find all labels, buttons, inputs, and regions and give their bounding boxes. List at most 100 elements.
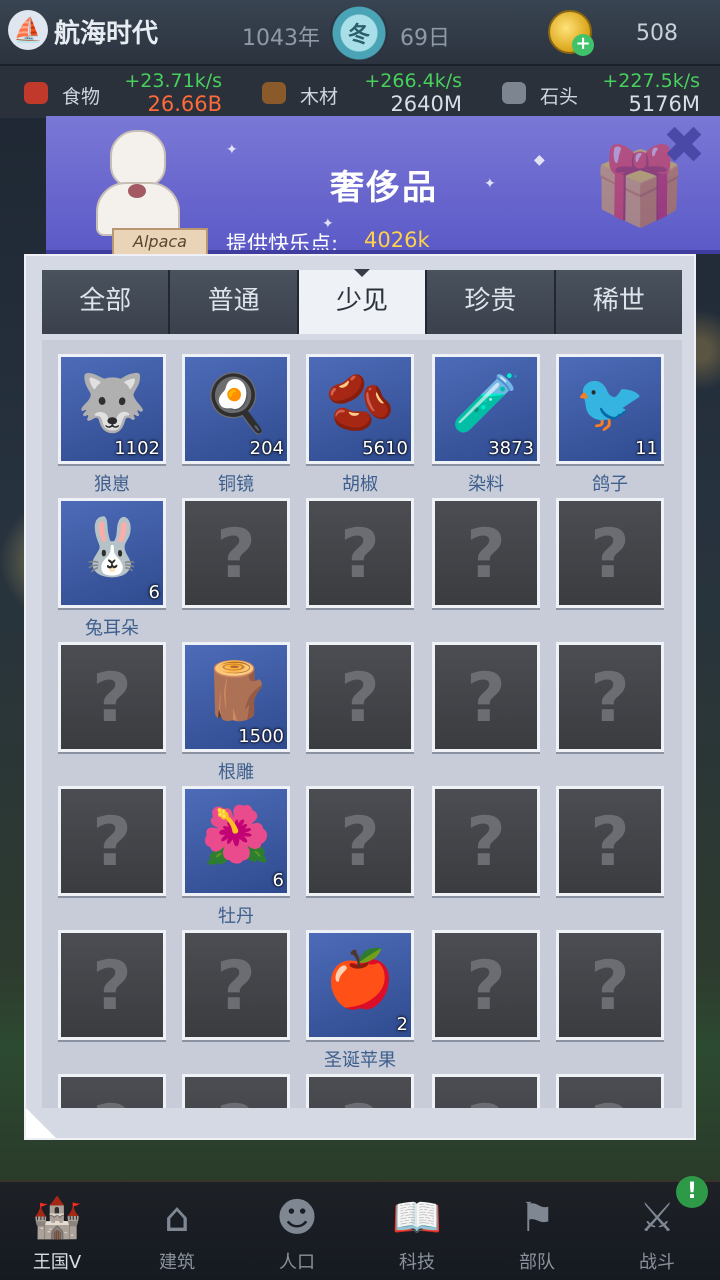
question-mark-icon: ? <box>340 803 380 882</box>
nav-banner[interactable]: ⚑ 部队 <box>482 1188 592 1280</box>
locked-item-slot[interactable]: ? <box>306 1074 414 1108</box>
locked-item-slot[interactable]: ? <box>182 498 290 608</box>
game-logo-icon[interactable]: ⛵ <box>8 10 48 50</box>
question-mark-icon: ? <box>92 659 132 738</box>
locked-item-slot[interactable]: ? <box>556 786 664 896</box>
nav-book[interactable]: 📖 科技 <box>362 1188 472 1280</box>
rabbit-ears-icon: 🐰 <box>77 515 147 580</box>
nav-label: 部队 <box>519 1252 555 1273</box>
resource-wood[interactable]: 木材 +266.4k/s 2640M <box>262 66 462 118</box>
nav-label: 战斗 <box>639 1252 675 1273</box>
happiness-value: 4026k <box>364 228 430 252</box>
item-grid[interactable]: 狼崽 🐺 1102 铜镜 🍳 204 胡椒 🫘 5610 染料 🧪 3873 鸽子 🐦 11 兔耳朵 🐰 6???… <box>42 340 682 1108</box>
locked-item-slot[interactable]: ? <box>306 498 414 608</box>
question-mark-icon: ? <box>61 1091 163 1108</box>
item-slot[interactable]: 🍎 2 <box>306 930 414 1040</box>
resource-stone[interactable]: 石头 +227.5k/s 5176M <box>502 66 700 118</box>
locked-item-slot[interactable]: ? <box>432 786 540 896</box>
alert-badge[interactable]: ! <box>676 1176 708 1208</box>
nav-castle[interactable]: 🏰 王国V <box>2 1188 112 1280</box>
rarity-tabs: 全部 普通 少见 珍贵 稀世 <box>42 269 683 334</box>
item-count: 1102 <box>114 438 160 459</box>
item-slot[interactable]: 🌺 6 <box>182 786 290 896</box>
item-slot[interactable]: 🐦 11 <box>556 354 664 464</box>
locked-item-slot[interactable]: ? <box>556 930 664 1040</box>
item-count: 3873 <box>488 438 534 459</box>
locked-item-slot[interactable]: ? <box>432 642 540 752</box>
locked-item-slot[interactable]: ? <box>306 786 414 896</box>
alpaca-name-sign: Alpaca <box>112 228 208 256</box>
game-title: 航海时代 <box>54 19 159 49</box>
season-badge[interactable]: 冬 <box>330 6 388 60</box>
nav-house[interactable]: ⌂ 建筑 <box>122 1188 232 1280</box>
tab-legendary[interactable]: 稀世 <box>555 270 683 334</box>
banner-icon: ⚑ <box>519 1195 555 1241</box>
locked-item-slot[interactable]: ? <box>556 1074 664 1108</box>
bell-icon <box>128 184 146 198</box>
locked-item-slot[interactable]: ? <box>432 1074 540 1108</box>
locked-item-slot[interactable]: ? <box>556 498 664 608</box>
question-mark-icon: ? <box>466 803 506 882</box>
alpaca-mascot: Alpaca <box>82 118 208 256</box>
add-coins-icon[interactable]: + <box>572 34 594 56</box>
question-mark-icon: ? <box>466 515 506 594</box>
item-slot[interactable]: 🫘 5610 <box>306 354 414 464</box>
item-count: 1500 <box>238 726 284 747</box>
question-mark-icon: ? <box>340 659 380 738</box>
close-button[interactable]: ✖ <box>660 120 708 172</box>
locked-item-slot[interactable]: ? <box>58 1074 166 1108</box>
nav-label: 人口 <box>279 1252 315 1273</box>
tab-all[interactable]: 全部 <box>42 270 171 334</box>
alpaca-head <box>110 130 166 188</box>
pepper-icon: 🫘 <box>325 371 395 436</box>
item-count: 2 <box>396 1014 408 1035</box>
book-icon: 📖 <box>392 1195 442 1241</box>
question-mark-icon: ? <box>185 1091 287 1108</box>
question-mark-icon: ? <box>590 803 630 882</box>
question-mark-icon: ? <box>590 515 630 594</box>
locked-item-slot[interactable]: ? <box>58 642 166 752</box>
resource-name: 食物 <box>62 86 101 108</box>
locked-item-slot[interactable]: ? <box>556 642 664 752</box>
dye-bottle-icon: 🧪 <box>451 371 521 436</box>
question-mark-icon: ? <box>590 947 630 1026</box>
item-slot[interactable]: 🧪 3873 <box>432 354 540 464</box>
item-slot[interactable]: 🐺 1102 <box>58 354 166 464</box>
item-slot[interactable]: 🐰 6 <box>58 498 166 608</box>
item-name: 牡丹 <box>218 906 254 927</box>
item-count: 6 <box>148 582 160 603</box>
day-display: 69日 <box>400 26 450 51</box>
locked-item-slot[interactable]: ? <box>182 1074 290 1108</box>
item-slot[interactable]: 🪵 1500 <box>182 642 290 752</box>
tab-uncommon[interactable]: 少见 <box>298 269 428 334</box>
locked-item-slot[interactable]: ? <box>58 786 166 896</box>
peony-icon: 🌺 <box>201 803 271 868</box>
item-name: 根雕 <box>218 762 254 783</box>
resource-name: 木材 <box>300 86 339 108</box>
locked-item-slot[interactable]: ? <box>58 930 166 1040</box>
question-mark-icon: ? <box>216 947 256 1026</box>
sparkle-icon: ✦ <box>226 142 238 158</box>
house-icon: ⌂ <box>164 1195 190 1241</box>
bottom-navigation: 🏰 王国V ⌂ 建筑 ☻ 人口 📖 科技 ⚑ 部队 ⚔ 战斗 <box>0 1182 720 1280</box>
resource-food[interactable]: 食物 +23.71k/s 26.66B <box>24 66 222 118</box>
nav-person[interactable]: ☻ 人口 <box>242 1188 352 1280</box>
item-name: 染料 <box>468 474 504 495</box>
pigeon-icon: 🐦 <box>575 371 645 436</box>
question-mark-icon: ? <box>309 1091 411 1108</box>
resource-rate: +266.4k/s <box>364 70 462 92</box>
tab-precious[interactable]: 珍贵 <box>427 270 556 334</box>
year-display: 1043年 <box>242 26 320 51</box>
castle-icon: 🏰 <box>32 1195 82 1241</box>
locked-item-slot[interactable]: ? <box>306 642 414 752</box>
item-slot[interactable]: 🍳 204 <box>182 354 290 464</box>
luxury-goods-dialog: ✦ ✦ ✦ ◆ 🎁 奢侈品 提供快乐点: 4026k ✖ Alpaca 全部 普… <box>24 116 720 1140</box>
item-count: 6 <box>272 870 284 891</box>
top-status-bar: ⛵ 航海时代 1043年 冬 69日 + 508 <box>0 0 720 66</box>
locked-item-slot[interactable]: ? <box>182 930 290 1040</box>
question-mark-icon: ? <box>559 1091 661 1108</box>
locked-item-slot[interactable]: ? <box>432 498 540 608</box>
resource-rate: +23.71k/s <box>124 70 222 92</box>
tab-common[interactable]: 普通 <box>170 270 299 334</box>
locked-item-slot[interactable]: ? <box>432 930 540 1040</box>
